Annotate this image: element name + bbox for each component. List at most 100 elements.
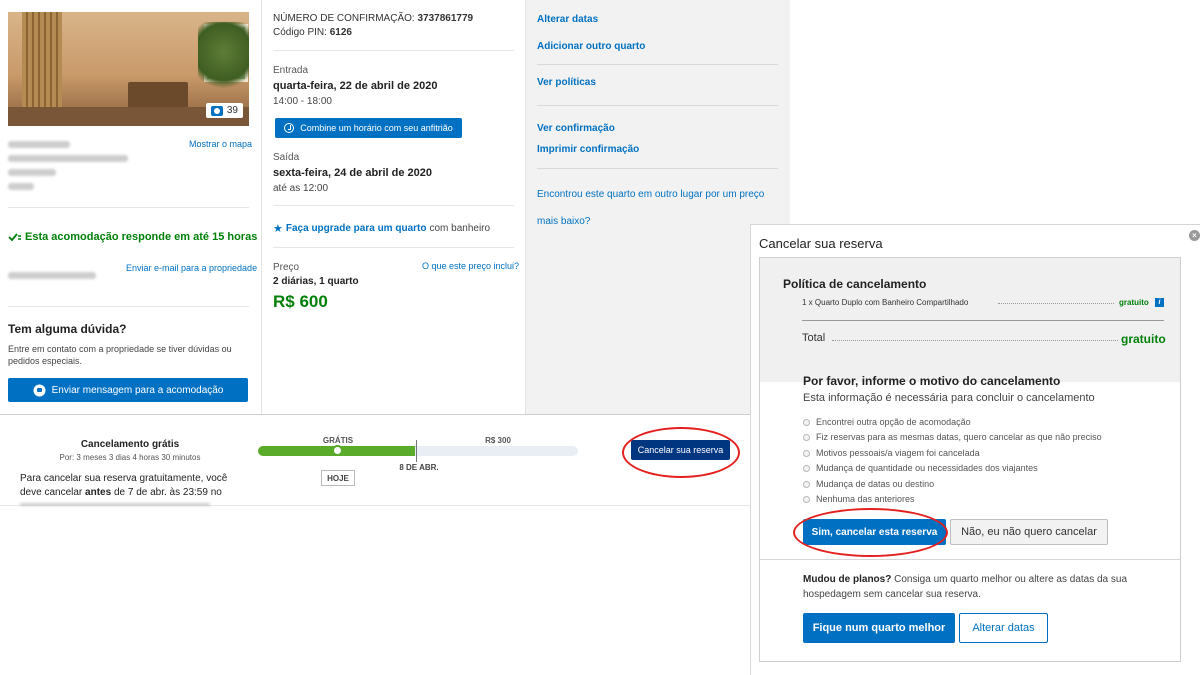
view-policies-link[interactable]: Ver políticas xyxy=(537,77,596,88)
timeline-free-label: GRÁTIS xyxy=(322,436,354,445)
modal-title: Cancelar sua reserva xyxy=(759,236,883,251)
modal-change-dates-button[interactable]: Alterar datas xyxy=(959,613,1048,643)
star-icon: ★ xyxy=(273,223,283,235)
change-plans-text: Mudou de planos? Consiga um quarto melho… xyxy=(803,572,1158,602)
booking-panel: 39 Mostrar o mapa Esta acomodação respon… xyxy=(0,0,790,415)
cancel-reservation-modal: Cancelar sua reserva × Política de cance… xyxy=(750,224,1200,675)
booking-details-column: NÚMERO DE CONFIRMAÇÃO: 3737861779 Código… xyxy=(262,0,526,415)
policy-room-dots xyxy=(998,303,1114,304)
chat-icon xyxy=(33,384,46,396)
reason-option[interactable]: Mudança de datas ou destino xyxy=(803,479,934,489)
policy-room-value: gratuito xyxy=(1119,298,1149,307)
arrange-time-button[interactable]: Combine um horário com seu anfitrião xyxy=(275,118,462,138)
reason-label: Nenhuma das anteriores xyxy=(816,494,915,504)
decline-cancel-button[interactable]: Não, eu não quero cancelar xyxy=(950,519,1108,545)
better-room-button[interactable]: Fique num quarto melhor xyxy=(803,613,955,643)
reason-option[interactable]: Mudança de quantidade ou necessidades do… xyxy=(803,463,1038,473)
reason-radio[interactable] xyxy=(803,418,810,426)
divider xyxy=(273,50,514,51)
timeline-deadline-marker xyxy=(416,440,417,462)
photo-count-badge[interactable]: 39 xyxy=(205,103,243,118)
reason-label: Mudança de datas ou destino xyxy=(816,479,935,489)
price-detail: 2 diárias, 1 quarto xyxy=(273,276,359,287)
cancellation-text-line1: Para cancelar sua reserva gratuitamente,… xyxy=(20,473,228,484)
reason-subtitle: Esta informação é necessária para conclu… xyxy=(803,392,1095,404)
blurred-address-line xyxy=(8,183,34,190)
price-label: Preço xyxy=(273,262,300,273)
timeline-date-label: 8 DE ABR. xyxy=(399,463,439,472)
blurred-address-line xyxy=(8,169,56,176)
divider xyxy=(273,247,514,248)
timeline-today-dot xyxy=(332,445,343,456)
timeline-today-label: HOJE xyxy=(321,470,355,486)
divider xyxy=(537,105,778,106)
reason-option[interactable]: Encontrei outra opção de acomodação xyxy=(803,417,971,427)
info-icon[interactable]: i xyxy=(1155,298,1164,307)
reason-radio[interactable] xyxy=(803,464,810,472)
clock-icon xyxy=(284,123,295,133)
message-property-label: Enviar mensagem para a acomodação xyxy=(51,384,224,396)
cheaper-price-link-line1[interactable]: Encontrou este quarto em outro lugar por… xyxy=(537,189,764,200)
message-property-button[interactable]: Enviar mensagem para a acomodação xyxy=(8,378,248,402)
reason-option[interactable]: Motivos pessoais/a viagem foi cancelada xyxy=(803,448,980,458)
response-notice-text: Esta acomodação responde em até 15 horas xyxy=(25,231,258,243)
blurred-address-line xyxy=(8,141,70,148)
upgrade-link[interactable]: Faça upgrade para um quarto xyxy=(286,223,427,234)
upgrade-suffix: com banheiro xyxy=(429,223,491,234)
checkout-time: até as 12:00 xyxy=(273,183,329,194)
question-text: Entre em contato com a propriedade se ti… xyxy=(8,344,232,366)
price-info-link[interactable]: O que este preço inclui? xyxy=(422,261,519,271)
cancellation-text-bold: antes xyxy=(85,487,112,498)
reason-title: Por favor, informe o motivo do cancelame… xyxy=(803,374,1061,388)
photo-plant xyxy=(198,22,249,97)
cut-off-text xyxy=(20,503,210,506)
price-total: R$ 600 xyxy=(273,292,328,311)
response-notice: Esta acomodação responde em até 15 horas xyxy=(8,231,257,243)
policy-title: Política de cancelamento xyxy=(783,277,927,291)
reason-radio[interactable] xyxy=(803,433,810,441)
response-icon xyxy=(8,233,21,242)
change-plans-bold: Mudou de planos? xyxy=(803,574,892,585)
modal-body: Política de cancelamento 1 x Quarto Dupl… xyxy=(759,257,1181,662)
reason-option[interactable]: Fiz reservas para as mesmas datas, quero… xyxy=(803,432,1102,442)
change-dates-link[interactable]: Alterar datas xyxy=(537,14,598,25)
cancellation-remaining: Por: 3 meses 3 dias 4 horas 30 minutos xyxy=(59,453,201,462)
reason-option[interactable]: Nenhuma das anteriores xyxy=(803,494,915,504)
divider xyxy=(8,207,249,208)
checkin-date: quarta-feira, 22 de abril de 2020 xyxy=(273,80,438,92)
checkin-time: 14:00 - 18:00 xyxy=(273,96,332,107)
blurred-address-line xyxy=(8,155,128,162)
policy-divider xyxy=(802,320,1164,321)
divider xyxy=(8,306,249,307)
email-property-link[interactable]: Enviar e-mail para a propriedade xyxy=(126,263,257,273)
divider xyxy=(537,64,778,65)
add-room-link[interactable]: Adicionar outro quarto xyxy=(537,41,645,52)
reason-radio[interactable] xyxy=(803,449,810,457)
close-icon[interactable]: × xyxy=(1189,230,1200,241)
reason-label: Encontrei outra opção de acomodação xyxy=(816,417,971,427)
policy-total-value: gratuito xyxy=(1121,332,1166,346)
cancellation-policy-box: Política de cancelamento 1 x Quarto Dupl… xyxy=(760,258,1180,382)
view-confirmation-link[interactable]: Ver confirmação xyxy=(537,123,615,134)
cancellation-text-pre: deve cancelar xyxy=(20,487,83,498)
photo-count: 39 xyxy=(226,105,238,116)
cheaper-price-link-line2[interactable]: mais baixo? xyxy=(537,216,590,227)
reason-label: Motivos pessoais/a viagem foi cancelada xyxy=(816,448,980,458)
reason-radio[interactable] xyxy=(803,480,810,488)
print-confirmation-link[interactable]: Imprimir confirmação xyxy=(537,144,639,155)
cancellation-title: Cancelamento grátis xyxy=(80,439,180,450)
property-photo[interactable]: 39 xyxy=(8,12,249,126)
question-title: Tem alguma dúvida? xyxy=(8,322,127,336)
highlight-circle-confirm xyxy=(793,508,948,557)
cancellation-text-line2: deve cancelar antes de 7 de abr. às 23:5… xyxy=(20,487,222,498)
pin-code: 6126 xyxy=(329,27,352,38)
confirmation-label: NÚMERO DE CONFIRMAÇÃO: xyxy=(273,13,415,24)
confirmation-line: NÚMERO DE CONFIRMAÇÃO: 3737861779 xyxy=(273,13,473,24)
show-map-link[interactable]: Mostrar o mapa xyxy=(189,139,252,149)
policy-total-label: Total xyxy=(802,332,826,344)
divider xyxy=(537,168,778,169)
modal-divider xyxy=(760,559,1180,560)
pin-line: Código PIN: 6126 xyxy=(273,27,352,38)
divider xyxy=(273,205,514,206)
reason-radio[interactable] xyxy=(803,495,810,503)
